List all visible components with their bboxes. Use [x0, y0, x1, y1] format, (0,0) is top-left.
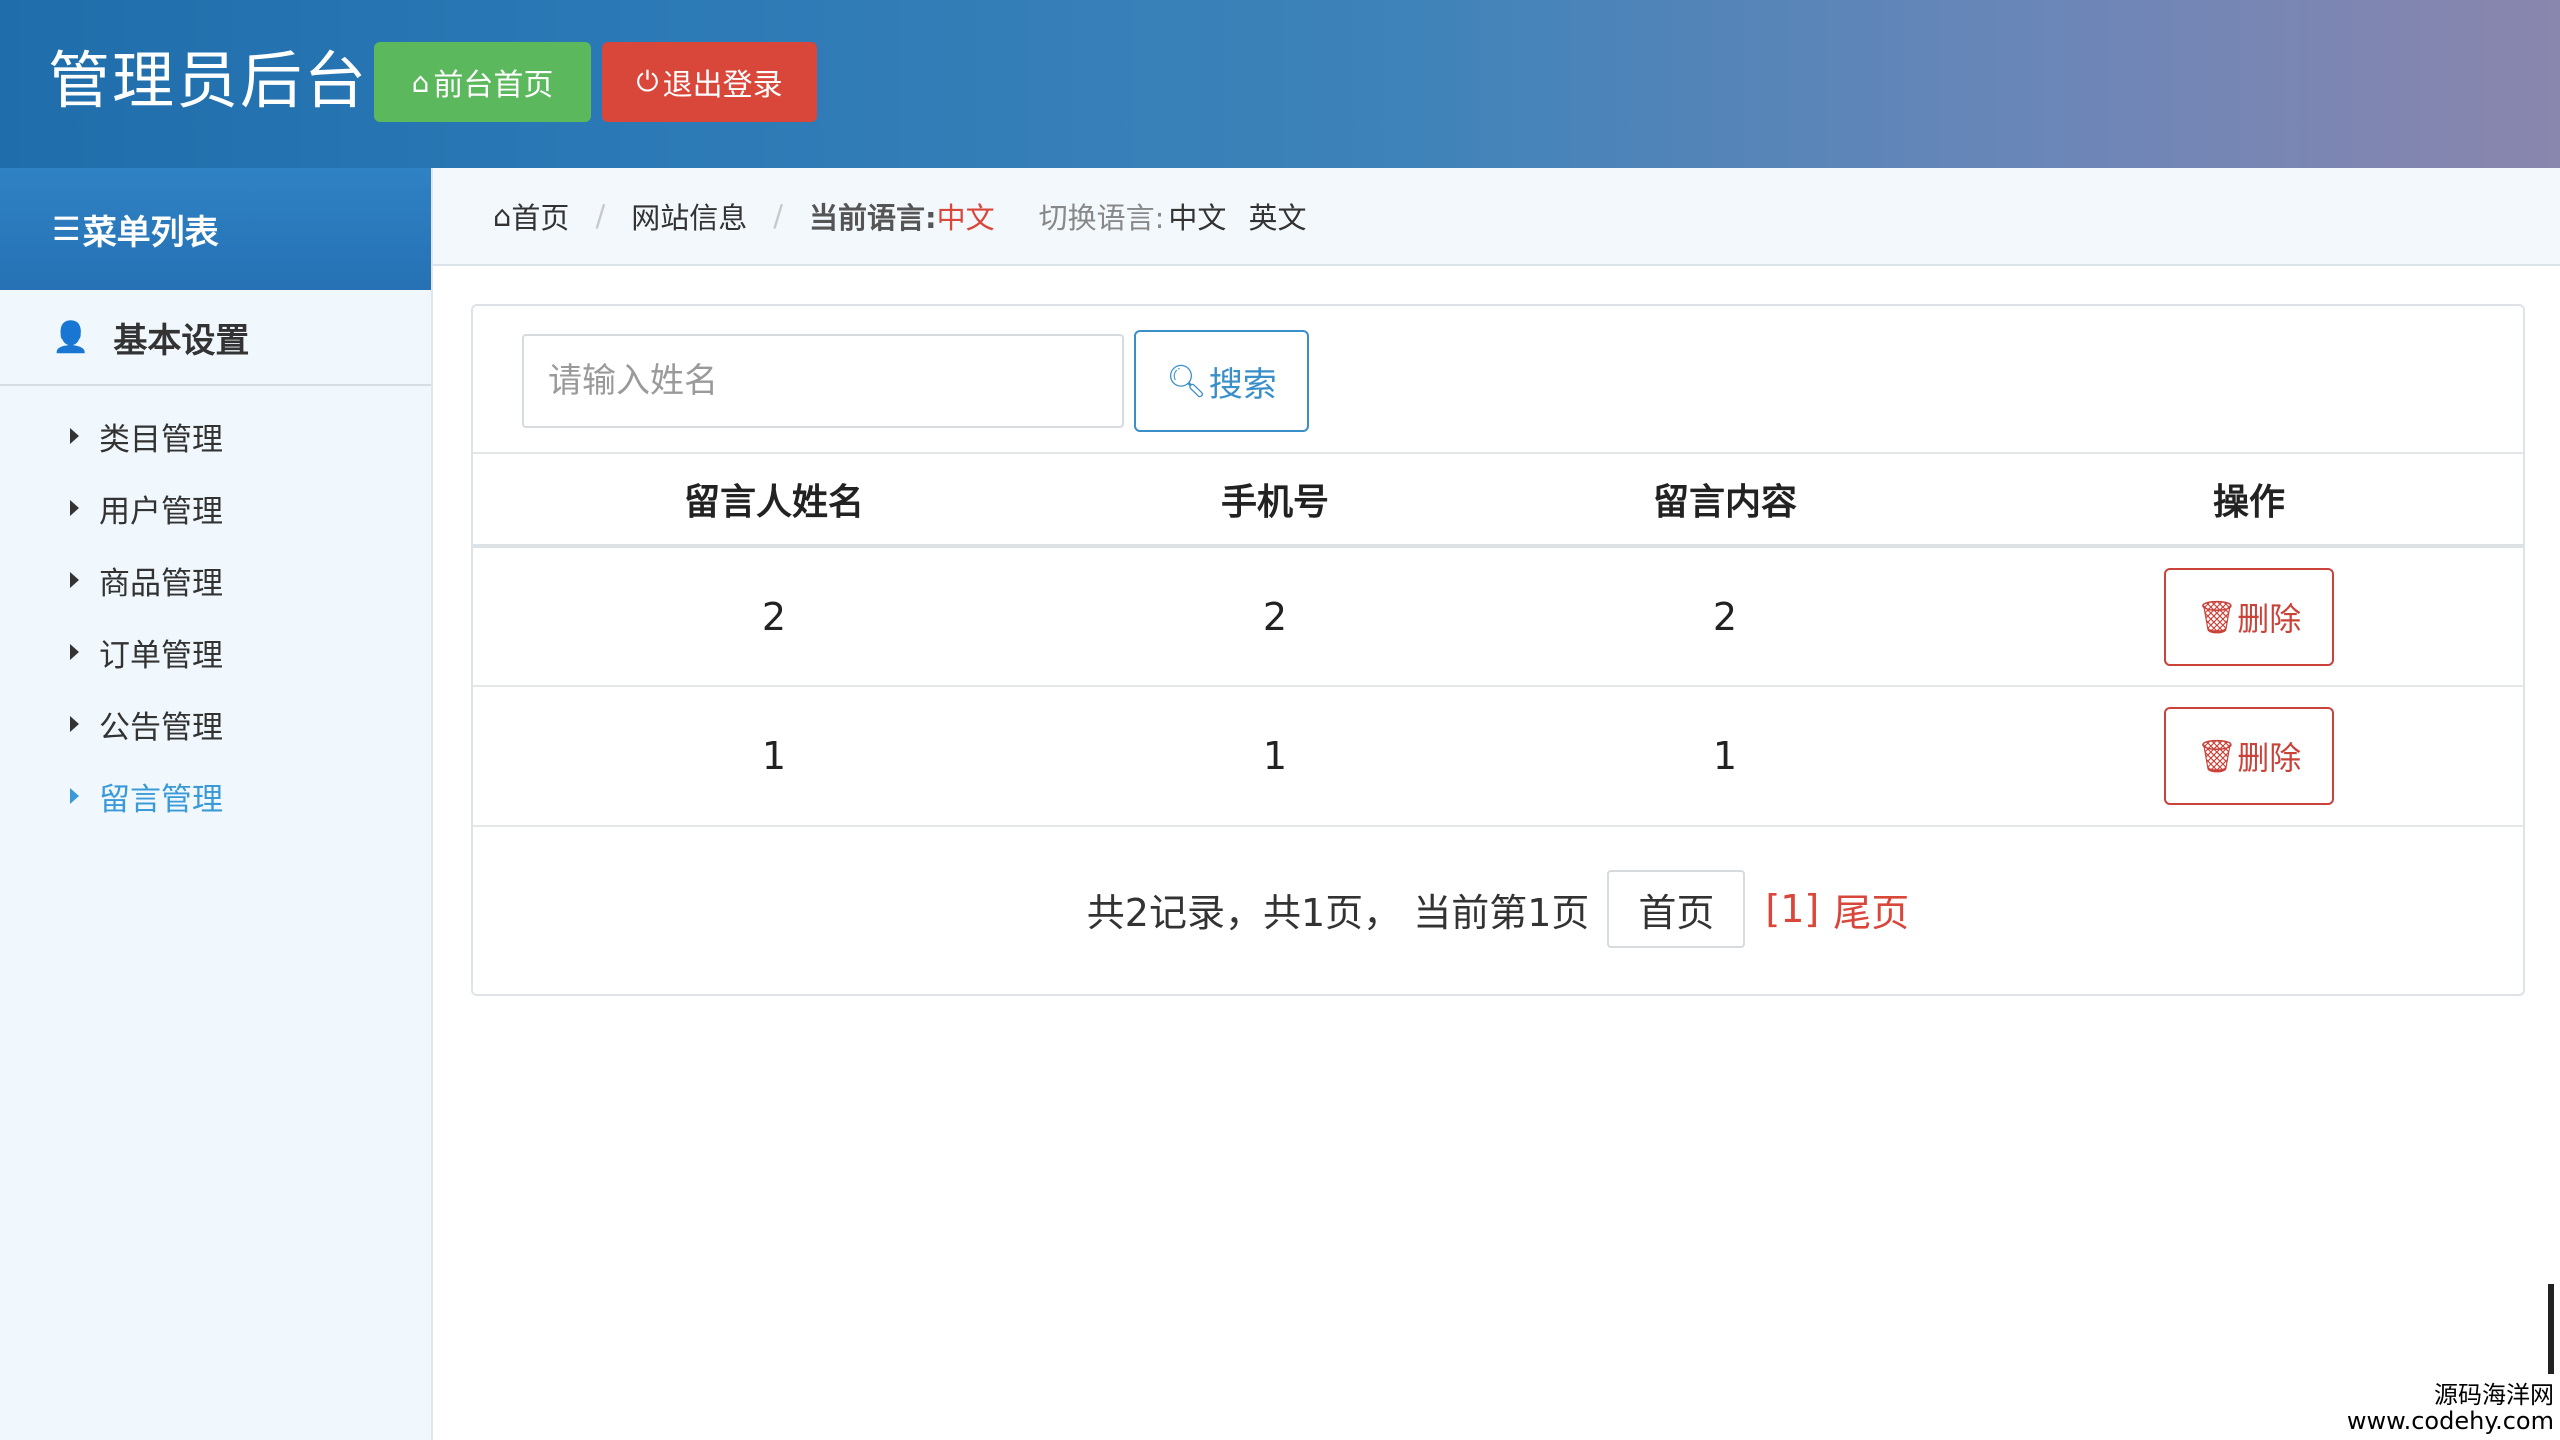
watermark-line1: 源码海洋网: [2434, 1381, 2554, 1409]
language-chinese-link[interactable]: 中文: [1168, 195, 1226, 237]
cell-name: 1: [473, 686, 1075, 827]
table-row: 1 1 1 🗑︎ 删除: [473, 686, 2523, 827]
sidebar-title: 菜单列表: [82, 212, 219, 253]
user-icon: 👤: [52, 319, 90, 355]
caret-right-icon: [70, 644, 79, 660]
frontend-home-button[interactable]: ⌂ 前台首页: [374, 42, 591, 122]
breadcrumb-separator: /: [595, 199, 606, 233]
pagination: 共2记录，共1页， 当前第1页 首页 [1] 尾页: [473, 827, 2523, 991]
sidebar-item-products[interactable]: 商品管理: [0, 544, 431, 616]
column-header-phone: 手机号: [1075, 454, 1475, 548]
sidebar-item-label: 订单管理: [99, 637, 223, 674]
delete-label: 删除: [2237, 599, 2302, 638]
frontend-home-label: 前台首页: [433, 68, 554, 103]
app-title: 管理员后台: [48, 44, 369, 117]
watermark-line2: www.codehy.com: [2346, 1407, 2554, 1435]
column-header-name: 留言人姓名: [473, 454, 1075, 548]
caret-right-icon: [70, 428, 79, 444]
cell-name: 2: [473, 546, 1075, 687]
caret-right-icon: [70, 500, 79, 516]
caret-right-icon: [70, 572, 79, 588]
delete-button[interactable]: 🗑︎ 删除: [2164, 707, 2334, 805]
message-table: 留言人姓名 手机号 留言内容 操作 2 2 2 🗑︎ 删除 1 1 1 🗑︎ 删…: [473, 454, 2523, 827]
top-header: 管理员后台 ⌂ 前台首页 ⏻ 退出登录: [0, 0, 2560, 168]
sidebar-item-label: 商品管理: [99, 565, 223, 602]
trash-icon: 🗑︎: [2196, 737, 2238, 775]
watermark: 源码海洋网 www.codehy.com: [2346, 1284, 2554, 1435]
name-search-input[interactable]: [522, 334, 1124, 428]
delete-button[interactable]: 🗑︎ 删除: [2164, 567, 2334, 666]
sidebar-item-users[interactable]: 用户管理: [0, 472, 431, 544]
sidebar-item-orders[interactable]: 订单管理: [0, 616, 431, 688]
breadcrumb-home[interactable]: 首页: [511, 195, 569, 237]
sidebar-item-label: 留言管理: [99, 781, 223, 818]
last-page-link[interactable]: 尾页: [1833, 882, 1909, 937]
cell-content: 2: [1475, 546, 1975, 687]
cell-action: 🗑︎ 删除: [1975, 546, 2523, 687]
sidebar-item-category[interactable]: 类目管理: [0, 400, 431, 472]
search-icon: 🔍︎: [1166, 362, 1207, 400]
delete-label: 删除: [2237, 739, 2302, 777]
column-header-content: 留言内容: [1475, 454, 1975, 548]
logout-button[interactable]: ⏻ 退出登录: [602, 42, 817, 122]
cell-phone: 1: [1075, 686, 1475, 827]
sidebar-header: ☰ 菜单列表: [0, 168, 431, 290]
search-bar: 🔍︎ 搜索: [473, 306, 2523, 454]
sidebar-group-label: 基本设置: [113, 320, 250, 361]
table-row: 2 2 2 🗑︎ 删除: [473, 546, 2523, 687]
trash-icon: 🗑︎: [2196, 597, 2238, 636]
list-icon: ☰: [52, 210, 81, 248]
sidebar-item-notices[interactable]: 公告管理: [0, 688, 431, 760]
home-icon: ⌂: [493, 199, 512, 233]
sidebar-item-label: 类目管理: [99, 421, 223, 458]
power-icon: ⏻: [636, 65, 659, 98]
breadcrumb: ⌂ 首页 / 网站信息 / 当前语言: 中文 切换语言: 中文 英文: [433, 168, 2560, 266]
table-header-row: 留言人姓名 手机号 留言内容 操作: [473, 454, 2523, 548]
cell-content: 1: [1475, 686, 1975, 827]
caret-right-icon: [70, 716, 79, 732]
breadcrumb-separator: /: [773, 199, 784, 233]
search-button[interactable]: 🔍︎ 搜索: [1134, 330, 1309, 432]
sidebar-item-label: 用户管理: [99, 493, 223, 530]
sidebar: ☰ 菜单列表 👤 基本设置 类目管理 用户管理 商品管理 订单管理 公告管理 留…: [0, 168, 433, 1440]
breadcrumb-page[interactable]: 网站信息: [631, 195, 747, 237]
sidebar-item-messages[interactable]: 留言管理: [0, 760, 431, 832]
cell-phone: 2: [1075, 546, 1475, 687]
pagination-summary: 共2记录，共1页， 当前第1页: [1086, 890, 1590, 935]
current-language-label: 当前语言:: [809, 201, 937, 235]
sidebar-item-label: 公告管理: [99, 709, 223, 746]
current-page-link[interactable]: [1]: [1765, 887, 1819, 931]
sidebar-group-basic-settings[interactable]: 👤 基本设置: [0, 290, 431, 386]
watermark-bar: [2548, 1284, 2554, 1374]
home-icon: ⌂: [411, 65, 430, 99]
caret-right-icon: [70, 788, 79, 804]
logout-label: 退出登录: [662, 68, 783, 103]
language-english-link[interactable]: 英文: [1248, 195, 1306, 237]
message-panel: 🔍︎ 搜索 留言人姓名 手机号 留言内容 操作 2 2 2 🗑︎ 删除: [471, 304, 2525, 996]
column-header-action: 操作: [1975, 454, 2523, 548]
cell-action: 🗑︎ 删除: [1975, 686, 2523, 827]
first-page-button[interactable]: 首页: [1607, 870, 1746, 948]
sidebar-menu: 类目管理 用户管理 商品管理 订单管理 公告管理 留言管理: [0, 386, 431, 832]
search-button-label: 搜索: [1208, 364, 1277, 405]
current-language-value: 中文: [936, 201, 995, 235]
switch-language-label: 切换语言:: [1038, 201, 1165, 235]
